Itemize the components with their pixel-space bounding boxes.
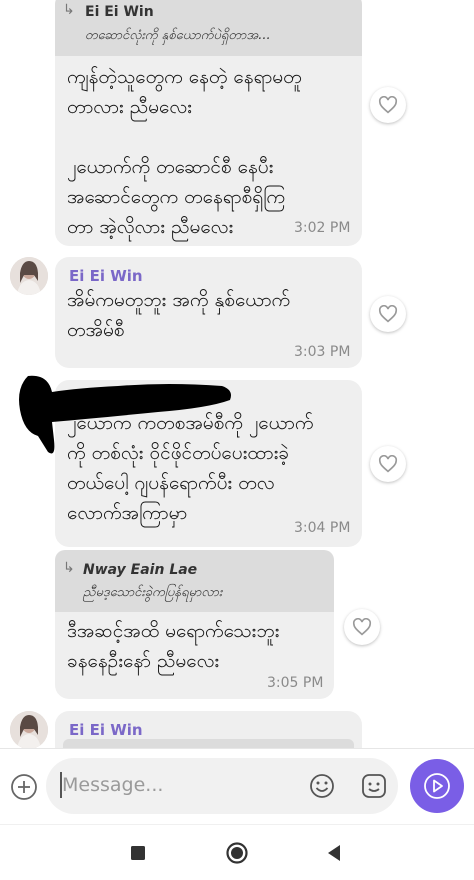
nav-back-button[interactable]: [320, 839, 348, 867]
avatar-photo: [10, 257, 48, 295]
heart-outline-icon: [378, 96, 398, 114]
send-button[interactable]: [410, 759, 464, 813]
smiley-icon: [310, 774, 334, 798]
reply-quote[interactable]: ↳ Nway Eain Lae ညီမဒ့သောင်းခွဲကပြန်ရမှာလ…: [55, 550, 334, 612]
redaction-scribble: [19, 375, 231, 454]
message-time: 3:03 PM: [294, 344, 351, 360]
like-button[interactable]: [370, 446, 406, 482]
message-time: 3:04 PM: [294, 520, 351, 536]
message-bubble[interactable]: Ei Ei Win: [55, 711, 362, 748]
message-text: ကျန်တဲ့သူတွေက နေတဲ့ နေရာမတူ တာလား ညီမလေး…: [67, 66, 302, 238]
reply-sender-name: Nway Eain Lae: [83, 562, 198, 578]
message-bubble[interactable]: ↳ Ei Ei Win တဆောင်လုံးကို နှစ်ယောက်ပဲရှိ…: [55, 0, 362, 246]
reply-snippet: ညီမဒ့သောင်းခွဲကပြန်ရမှာလား: [83, 585, 223, 600]
system-navigation-bar: [0, 824, 474, 880]
reply-quote: [63, 739, 354, 748]
message-placeholder: Message...: [62, 774, 164, 796]
reply-quote[interactable]: ↳ Ei Ei Win တဆောင်လုံးကို နှစ်ယောက်ပဲရှိ…: [55, 0, 362, 56]
like-button[interactable]: [370, 87, 406, 123]
plus-circle-icon: [11, 774, 37, 800]
add-attachment-button[interactable]: [10, 773, 38, 801]
reply-arrow-icon: ↳: [63, 2, 75, 18]
triangle-back-icon: [328, 845, 340, 861]
square-icon: [131, 846, 145, 860]
reply-snippet: တဆောင်လုံးကို နှစ်ယောက်ပဲရှိတာအ...: [85, 28, 271, 43]
nav-home-button[interactable]: [223, 839, 251, 867]
sticker-button[interactable]: [360, 772, 388, 800]
avatar-photo: [10, 711, 48, 748]
message-bubble[interactable]: ↳ Nway Eain Lae ညီမဒ့သောင်းခွဲကပြန်ရမှာလ…: [55, 550, 334, 699]
heart-outline-icon: [352, 618, 372, 636]
emoji-button[interactable]: [308, 772, 336, 800]
chat-thread[interactable]: ↳ Ei Ei Win တဆောင်လုံးကို နှစ်ယောက်ပဲရှိ…: [0, 0, 474, 748]
like-button[interactable]: [344, 609, 380, 645]
message-composer: Message...: [0, 748, 474, 824]
send-arrow-icon: [424, 773, 450, 799]
sender-name: Ei Ei Win: [69, 721, 143, 739]
sender-name: Ei Ei Win: [69, 267, 143, 285]
sticker-icon: [362, 774, 386, 798]
heart-outline-icon: [378, 455, 398, 473]
message-text: အိမ်ကမတူဘူး အကို နှစ်ယောက် တအိမ်စီ: [67, 289, 291, 341]
reply-arrow-icon: ↳: [63, 560, 75, 576]
message-input[interactable]: Message...: [46, 758, 398, 814]
avatar[interactable]: [10, 711, 48, 748]
heart-outline-icon: [378, 305, 398, 323]
nav-recent-button[interactable]: [124, 839, 152, 867]
message-text: ဒီအဆင့်အထိ မရောက်သေးဘူး ခနနေဦးနော် ညီမလေ…: [67, 620, 280, 672]
reply-sender-name: Ei Ei Win: [85, 4, 154, 20]
message-bubble[interactable]: Ei Ei Win အိမ်ကမတူဘူး အကို နှစ်ယောက် တအိ…: [55, 257, 362, 368]
avatar[interactable]: [10, 257, 48, 295]
circle-icon: [226, 842, 248, 864]
like-button[interactable]: [370, 296, 406, 332]
message-time: 3:05 PM: [267, 675, 324, 691]
message-time: 3:02 PM: [294, 220, 351, 236]
